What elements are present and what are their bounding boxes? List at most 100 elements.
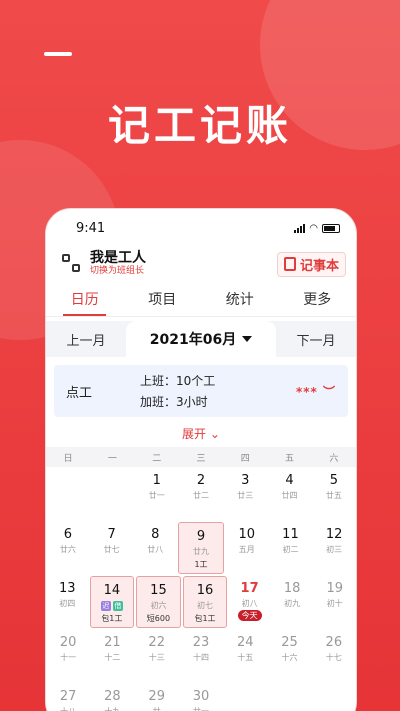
hero-title: 记工记账 xyxy=(107,101,292,150)
calendar-day[interactable]: 25 十六 xyxy=(267,629,311,683)
calendar-day[interactable]: 4 廿四 xyxy=(267,467,311,521)
calendar-day[interactable]: 3 廿三 xyxy=(223,467,267,521)
day-number: 18 xyxy=(283,581,301,596)
calendar-day[interactable]: 11 初二 xyxy=(269,521,313,575)
calendar-day[interactable]: 10 五月 xyxy=(225,521,269,575)
month-navigation: 上一月 2021年06月 下一月 xyxy=(46,321,356,357)
calendar-day[interactable]: 5 廿五 xyxy=(312,467,356,521)
calendar-day[interactable]: 6 廿六 xyxy=(46,521,90,575)
day-number: 26 xyxy=(325,635,343,650)
switch-role-icon[interactable] xyxy=(62,254,82,274)
day-tag: 借 xyxy=(112,600,123,611)
status-time: 9:41 xyxy=(76,220,106,236)
day-number: 21 xyxy=(104,635,121,650)
calendar-day[interactable]: 7 廿七 xyxy=(90,521,134,575)
weekday-label: 一 xyxy=(107,453,117,464)
calendar-day[interactable]: 18 初九 xyxy=(271,575,314,629)
lunar-date: 十六 xyxy=(281,652,298,662)
lunar-date: 初九 xyxy=(284,598,301,608)
day-number: 6 xyxy=(63,527,72,542)
month-picker[interactable]: 2021年06月 xyxy=(126,321,276,357)
day-number: 28 xyxy=(104,689,121,704)
calendar-day[interactable]: 1 廿一 xyxy=(135,467,179,521)
summary-work: 上班：10个工 xyxy=(140,374,216,388)
calendar-day[interactable]: 19 初十 xyxy=(313,575,356,629)
lunar-date: 廿八 xyxy=(147,544,164,554)
weekday-label: 五 xyxy=(285,453,295,464)
calendar-day[interactable]: 12 初三 xyxy=(312,521,356,575)
calendar-day[interactable]: 20 十一 xyxy=(46,629,90,683)
lunar-date: 十三 xyxy=(148,652,165,662)
calendar-day[interactable]: 9 廿九 1工 xyxy=(178,522,224,574)
calendar-day[interactable]: 22 十三 xyxy=(135,629,179,683)
weekday-label: 四 xyxy=(240,453,250,464)
day-number: 30 xyxy=(192,689,210,704)
calendar-week: 27 十八 28 十九 29 廿 30 廿一 xyxy=(46,683,356,711)
day-number: 16 xyxy=(196,583,214,598)
chevron-down-icon: ⌄ xyxy=(209,427,220,441)
status-bar: 9:41 ◠ xyxy=(46,209,356,247)
lunar-date: 廿二 xyxy=(192,490,209,500)
lunar-date: 十九 xyxy=(104,706,120,711)
day-number: 10 xyxy=(238,527,255,542)
prev-month-button[interactable]: 上一月 xyxy=(46,330,126,349)
calendar-empty-cell xyxy=(46,467,90,521)
day-number: 20 xyxy=(59,635,77,650)
background: 记工记账 9:41 ◠ 我是工人 切换为班组长 记事本 日历 项目 统计 更多 … xyxy=(0,0,400,711)
day-number: 2 xyxy=(196,473,206,488)
calendar-day[interactable]: 8 廿八 xyxy=(133,521,177,575)
lunar-date: 廿三 xyxy=(237,490,254,500)
calendar-day[interactable]: 23 十四 xyxy=(179,629,223,683)
wifi-icon: ◠ xyxy=(309,222,318,234)
calendar-day[interactable]: 24 十五 xyxy=(223,629,267,683)
tab-more[interactable]: 更多 xyxy=(279,281,357,316)
user-info[interactable]: 我是工人 切换为班组长 xyxy=(90,250,146,277)
day-number: 22 xyxy=(148,635,165,650)
tab-calendar[interactable]: 日历 xyxy=(46,281,124,316)
lunar-date: 十四 xyxy=(192,652,209,662)
next-month-button[interactable]: 下一月 xyxy=(276,330,356,349)
calendar-day[interactable]: 14 迟借包1工 xyxy=(89,576,135,628)
calendar-day[interactable]: 15 初六 短600 xyxy=(136,576,181,628)
day-number: 9 xyxy=(196,529,206,544)
hide-amount-toggle[interactable]: *** ︶ xyxy=(296,383,336,400)
eye-closed-icon: ︶ xyxy=(322,384,336,399)
lunar-date: 初十 xyxy=(326,598,343,608)
tab-stats[interactable]: 统计 xyxy=(201,281,279,316)
calendar-empty-cell xyxy=(267,683,311,711)
calendar-day[interactable]: 27 十八 xyxy=(46,683,90,711)
calendar-day[interactable]: 29 廿 xyxy=(135,683,179,711)
day-number: 1 xyxy=(152,473,161,488)
signal-icon xyxy=(294,223,306,233)
day-number: 13 xyxy=(59,581,76,596)
notebook-button[interactable]: 记事本 xyxy=(276,251,346,277)
lunar-date: 廿七 xyxy=(103,544,120,554)
day-number: 25 xyxy=(281,635,298,650)
user-name: 我是工人 xyxy=(90,250,146,267)
day-number: 4 xyxy=(285,473,294,488)
calendar-day[interactable]: 28 十九 xyxy=(90,683,134,711)
day-number: 7 xyxy=(107,527,116,542)
calendar-day[interactable]: 16 初七 包1工 xyxy=(182,576,228,628)
calendar-week: 1 廿一 2 廿二 3 廿三 4 廿四 5 廿五 xyxy=(46,467,356,521)
calendar-empty-cell xyxy=(223,683,267,711)
notebook-label: 记事本 xyxy=(299,258,339,274)
calendar-day[interactable]: 17 初八 今天 xyxy=(228,575,271,629)
calendar-day[interactable]: 13 初四 xyxy=(46,575,89,629)
calendar-day[interactable]: 26 十七 xyxy=(312,629,356,683)
caret-down-icon xyxy=(242,336,253,342)
lunar-date: 初三 xyxy=(326,544,343,554)
lunar-date: 初六 xyxy=(150,600,167,610)
battery-icon xyxy=(322,223,340,233)
lunar-date: 廿九 xyxy=(193,546,210,556)
calendar-day[interactable]: 30 廿一 xyxy=(179,683,223,711)
calendar-empty-cell xyxy=(90,467,134,521)
calendar-day[interactable]: 21 十二 xyxy=(90,629,134,683)
switch-role-link[interactable]: 切换为班组长 xyxy=(90,266,146,277)
tab-projects[interactable]: 项目 xyxy=(124,281,202,316)
calendar-empty-cell xyxy=(312,683,356,711)
weekday-label: 三 xyxy=(196,453,206,464)
calendar-day[interactable]: 2 廿二 xyxy=(179,467,223,521)
expand-button[interactable]: 展开 ⌄ xyxy=(46,425,356,443)
lunar-date: 十二 xyxy=(104,652,121,662)
